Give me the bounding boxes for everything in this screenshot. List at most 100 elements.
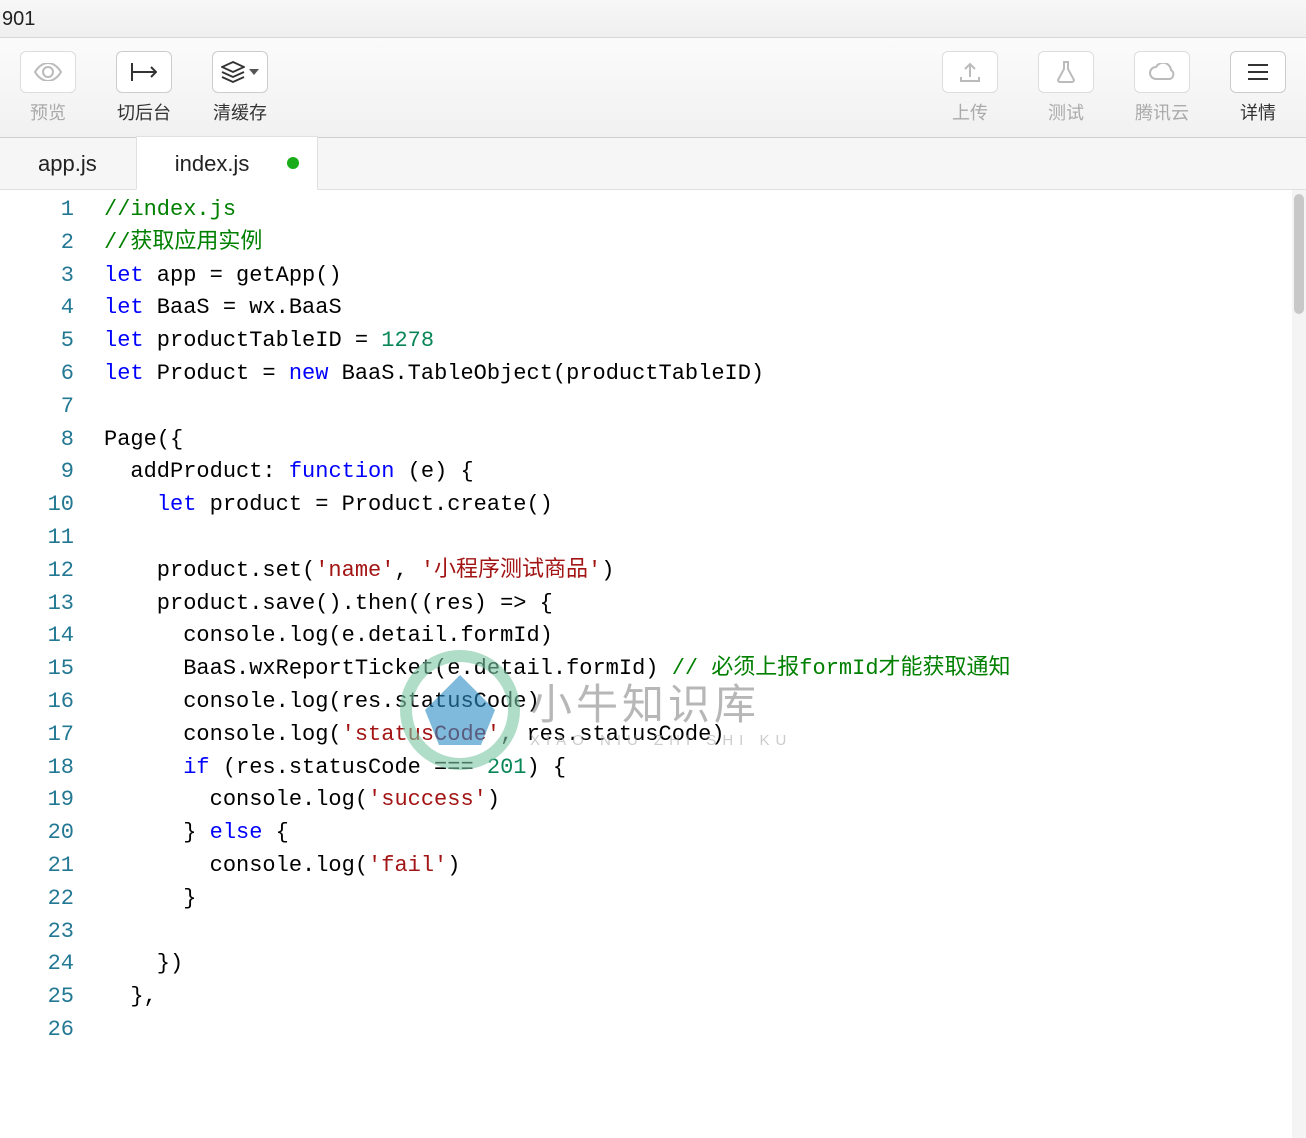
code-line[interactable]	[104, 916, 1306, 949]
code-line[interactable]: console.log('success')	[104, 784, 1306, 817]
toolbar-left-group: 预览 切后台 清缓存	[10, 47, 278, 129]
switch-background-icon	[116, 51, 172, 93]
code-editor[interactable]: 1234567891011121314151617181920212223242…	[0, 190, 1306, 1138]
code-token: {	[262, 820, 288, 845]
code-line[interactable]: console.log('statusCode', res.statusCode…	[104, 719, 1306, 752]
code-token: new	[289, 361, 329, 386]
toolbar-right-group: 上传 测试 腾讯云 详情	[932, 47, 1296, 129]
background-button[interactable]: 切后台	[106, 47, 182, 129]
line-number: 6	[0, 358, 74, 391]
code-line[interactable]	[104, 522, 1306, 555]
tab-label: index.js	[175, 151, 250, 176]
clear-cache-button[interactable]: 清缓存	[202, 47, 278, 129]
scrollbar-thumb[interactable]	[1294, 194, 1304, 314]
line-number: 8	[0, 424, 74, 457]
code-token: //获取应用实例	[104, 230, 262, 255]
code-line[interactable]	[104, 391, 1306, 424]
preview-button[interactable]: 预览	[10, 47, 86, 129]
line-number: 25	[0, 981, 74, 1014]
upload-label: 上传	[952, 99, 988, 125]
line-number-gutter: 1234567891011121314151617181920212223242…	[0, 190, 100, 1138]
code-token: Page({	[104, 427, 183, 452]
code-token: 'statusCode'	[342, 722, 500, 747]
code-token: product.set(	[104, 558, 315, 583]
titlebar-text: 901	[2, 8, 35, 30]
code-line[interactable]: })	[104, 948, 1306, 981]
main-toolbar: 预览 切后台 清缓存 上传 测试	[0, 38, 1306, 138]
code-token: )	[487, 787, 500, 812]
code-line[interactable]: let app = getApp()	[104, 260, 1306, 293]
cloud-button[interactable]: 腾讯云	[1124, 47, 1200, 129]
code-token: ,	[394, 558, 420, 583]
test-label: 测试	[1048, 99, 1084, 125]
tab-index-js[interactable]: index.js	[136, 136, 319, 190]
code-token: // 必须上报formId才能获取通知	[672, 656, 1011, 681]
code-token: console.log(e.detail.formId)	[104, 623, 553, 648]
code-token: let	[104, 295, 144, 320]
code-line[interactable]: product.set('name', '小程序测试商品')	[104, 555, 1306, 588]
code-token: )	[601, 558, 614, 583]
code-line[interactable]: Page({	[104, 424, 1306, 457]
code-token: productTableID =	[144, 328, 382, 353]
code-token: let	[104, 263, 144, 288]
code-token: '小程序测试商品'	[421, 558, 601, 583]
code-line[interactable]	[104, 1014, 1306, 1047]
code-token: 1278	[381, 328, 434, 353]
line-number: 2	[0, 227, 74, 260]
code-token: BaaS = wx.BaaS	[144, 295, 342, 320]
code-token: console.log(	[104, 722, 342, 747]
line-number: 21	[0, 850, 74, 883]
line-number: 23	[0, 916, 74, 949]
line-number: 16	[0, 686, 74, 719]
code-line[interactable]: //index.js	[104, 194, 1306, 227]
code-line[interactable]: } else {	[104, 817, 1306, 850]
line-number: 14	[0, 620, 74, 653]
background-label: 切后台	[117, 99, 171, 125]
line-number: 5	[0, 325, 74, 358]
code-line[interactable]: //获取应用实例	[104, 227, 1306, 260]
cloud-label: 腾讯云	[1135, 99, 1189, 125]
dirty-indicator-icon	[287, 157, 299, 169]
tab-app-js[interactable]: app.js	[0, 137, 136, 189]
code-token: product.save().then((res) => {	[104, 591, 553, 616]
code-token: 'fail'	[368, 853, 447, 878]
upload-button[interactable]: 上传	[932, 47, 1008, 129]
code-token: if	[183, 755, 209, 780]
code-token: )	[447, 853, 460, 878]
vertical-scrollbar[interactable]	[1292, 190, 1306, 1138]
code-line[interactable]: BaaS.wxReportTicket(e.detail.formId) // …	[104, 653, 1306, 686]
details-button[interactable]: 详情	[1220, 47, 1296, 129]
cloud-icon	[1134, 51, 1190, 93]
menu-icon	[1230, 51, 1286, 93]
code-token: Product =	[144, 361, 289, 386]
code-token: 'success'	[368, 787, 487, 812]
code-line[interactable]: let productTableID = 1278	[104, 325, 1306, 358]
code-content[interactable]: //index.js//获取应用实例let app = getApp()let …	[100, 190, 1306, 1138]
code-token	[104, 755, 183, 780]
code-line[interactable]: if (res.statusCode === 201) {	[104, 752, 1306, 785]
code-line[interactable]: console.log('fail')	[104, 850, 1306, 883]
code-line[interactable]: let Product = new BaaS.TableObject(produ…	[104, 358, 1306, 391]
test-button[interactable]: 测试	[1028, 47, 1104, 129]
details-label: 详情	[1240, 99, 1276, 125]
code-line[interactable]: console.log(res.statusCode)	[104, 686, 1306, 719]
code-token: (res.statusCode ===	[210, 755, 487, 780]
line-number: 10	[0, 489, 74, 522]
code-line[interactable]: let BaaS = wx.BaaS	[104, 292, 1306, 325]
code-line[interactable]: let product = Product.create()	[104, 489, 1306, 522]
code-token: BaaS.wxReportTicket(e.detail.formId)	[104, 656, 672, 681]
line-number: 22	[0, 883, 74, 916]
code-line[interactable]: product.save().then((res) => {	[104, 588, 1306, 621]
code-token: function	[289, 459, 395, 484]
line-number: 1	[0, 194, 74, 227]
upload-icon	[942, 51, 998, 93]
code-token: , res.statusCode)	[500, 722, 724, 747]
code-line[interactable]: }	[104, 883, 1306, 916]
code-token: console.log(res.statusCode)	[104, 689, 540, 714]
code-token: app = getApp()	[144, 263, 342, 288]
code-line[interactable]: },	[104, 981, 1306, 1014]
code-line[interactable]: addProduct: function (e) {	[104, 456, 1306, 489]
code-line[interactable]: console.log(e.detail.formId)	[104, 620, 1306, 653]
code-token: (e) {	[394, 459, 473, 484]
code-token: let	[104, 361, 144, 386]
